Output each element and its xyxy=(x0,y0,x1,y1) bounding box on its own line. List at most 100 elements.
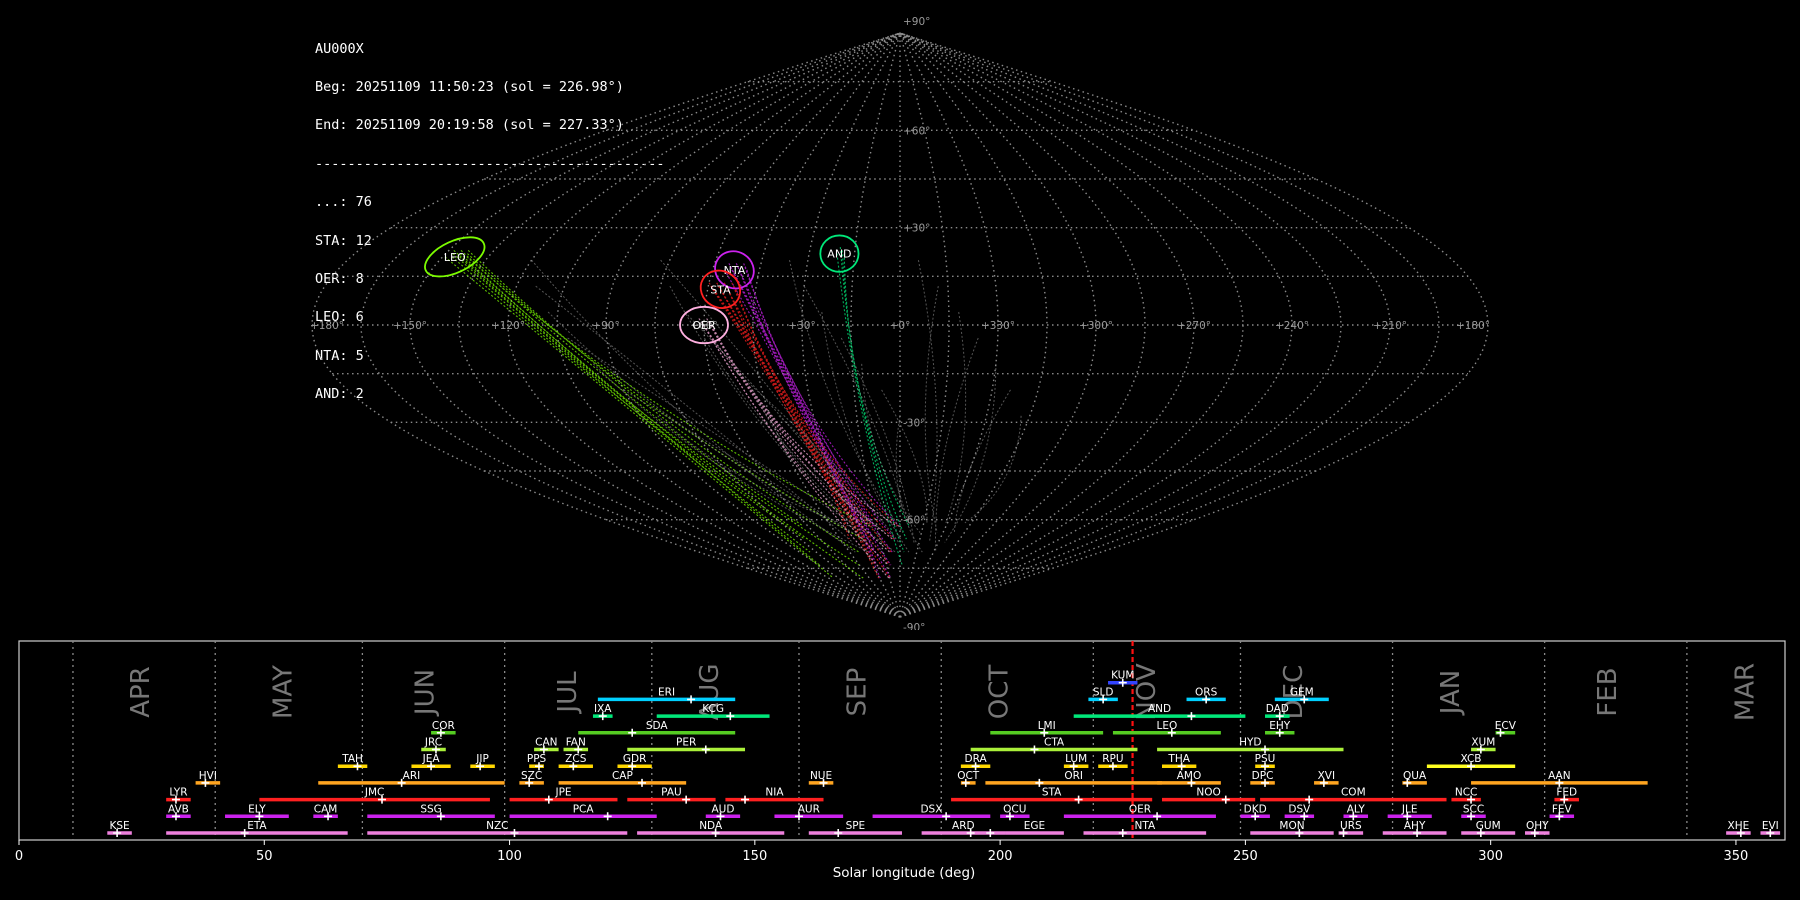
shower-label-tha: THA xyxy=(1167,753,1190,765)
shower-peak-eri xyxy=(687,695,696,704)
meteor-trail xyxy=(467,253,864,540)
month-label: JUN xyxy=(411,669,441,717)
shower-label-cta: CTA xyxy=(1044,737,1065,749)
shower-peak-nta xyxy=(1118,829,1127,837)
shower-label-jea: JEA xyxy=(422,753,441,765)
latitude-tick-label: -90° xyxy=(903,622,925,630)
shower-label-zcs: ZCS xyxy=(565,753,587,765)
shower-label-cor: COR xyxy=(432,720,455,732)
shower-label-psu: PSU xyxy=(1255,753,1276,765)
shower-label-rpu: RPU xyxy=(1102,753,1123,765)
shower-label-amo: AMO xyxy=(1177,770,1202,782)
shower-label-lyr: LYR xyxy=(169,787,187,799)
latitude-tick-label: +90° xyxy=(903,16,930,28)
shower-label-fed: FED xyxy=(1556,787,1577,799)
shower-label-dpc: DPC xyxy=(1252,770,1274,782)
shower-label-ncc: NCC xyxy=(1455,787,1478,799)
shower-peak-spe xyxy=(834,829,843,837)
month-label: APR xyxy=(126,666,156,718)
sporadic-trail xyxy=(917,260,938,543)
shower-label-avb: AVB xyxy=(168,803,189,815)
shower-label-eri: ERI xyxy=(658,686,675,698)
shower-label-jmc: JMC xyxy=(364,787,385,799)
shower-label-spe: SPE xyxy=(846,820,866,832)
sporadic-trail xyxy=(944,363,997,543)
sporadic-trail xyxy=(881,389,928,523)
longitude-tick-label: +240° xyxy=(1275,320,1309,332)
shower-label-leo: LEO xyxy=(1157,720,1178,732)
shower-label-jpe: JPE xyxy=(554,787,571,799)
meridian-line xyxy=(360,32,901,618)
shower-peak-cap xyxy=(638,778,647,787)
month-label: OCT xyxy=(985,665,1015,720)
shower-label-gdr: GDR xyxy=(623,753,647,765)
shower-peak-sta xyxy=(1074,795,1083,804)
shower-label-ari: ARI xyxy=(403,770,421,782)
shower-label-evi: EVI xyxy=(1762,820,1779,832)
shower-label-xcb: XCB xyxy=(1461,753,1482,765)
shower-label-hvi: HVI xyxy=(199,770,217,782)
shower-label-aly: ALY xyxy=(1347,803,1366,815)
x-tick-label: 100 xyxy=(497,849,522,864)
month-labels: APR MAY JUN JUL AUG SEP OCT NOV DEC JAN FEB MAR xyxy=(126,663,1760,721)
latitude-tick-label: +30° xyxy=(903,223,930,235)
meteor-trail xyxy=(459,253,864,579)
shower-label-ixa: IXA xyxy=(594,703,612,715)
x-tick-label: 200 xyxy=(988,849,1013,864)
sporadic-trail xyxy=(789,259,904,533)
radiant-label-sta: STA xyxy=(710,283,731,296)
shower-label-xum: XUM xyxy=(1471,737,1495,749)
shower-label-xhe: XHE xyxy=(1728,820,1750,832)
longitude-tick-label: +30° xyxy=(788,320,815,332)
shower-label-ori: ORI xyxy=(1064,770,1083,782)
meteor-trail xyxy=(698,318,870,527)
shower-peak-jpe xyxy=(544,795,553,804)
shower-label-kum: KUM xyxy=(1111,670,1134,682)
shower-label-tah: TAH xyxy=(341,753,363,765)
shower-label-sld: SLD xyxy=(1093,686,1114,698)
radiant-label-and: AND xyxy=(827,248,851,261)
shower-peak-nia xyxy=(741,795,750,804)
shower-label-gum: GUM xyxy=(1476,820,1501,832)
shower-label-dad: DAD xyxy=(1266,703,1289,715)
shower-peak-noo xyxy=(1221,795,1230,804)
month-label: MAR xyxy=(1730,663,1760,721)
shower-label-scc: SCC xyxy=(1463,803,1484,815)
latitude-tick-label: +60° xyxy=(903,125,930,137)
latitude-tick-label: -30° xyxy=(903,417,925,429)
shower-label-hyd: HYD xyxy=(1239,737,1261,749)
shower-label-sda: SDA xyxy=(646,720,669,732)
shower-label-oer: OER xyxy=(1129,803,1151,815)
shower-label-qua: QUA xyxy=(1403,770,1427,782)
radiant-sky-map: +180° +150° +120° +90° +60° +30° +0° +330° +300°… xyxy=(310,16,1490,630)
shower-bars: KUM ERI SLD ORS GEM IXA KCG AND DAD COR SDA LMI LEO E… xyxy=(107,670,1781,837)
shower-peak-sda xyxy=(628,728,637,737)
meteor-trail xyxy=(841,250,907,540)
month-label: FEB xyxy=(1593,667,1623,716)
month-label: JAN xyxy=(1436,670,1466,716)
shower-label-oct: OCT xyxy=(957,770,980,782)
x-tick-label: 0 xyxy=(15,849,23,864)
month-label: JUL xyxy=(553,671,583,715)
radiant-label-leo: LEO xyxy=(444,251,466,264)
radiant-label-oer: OER xyxy=(692,319,716,332)
shower-label-sta: STA xyxy=(1042,787,1062,799)
shower-peak-pau xyxy=(682,795,691,804)
shower-label-kse: KSE xyxy=(109,820,129,832)
shower-label-dra: DRA xyxy=(965,753,988,765)
shower-label-aan: AAN xyxy=(1548,770,1571,782)
shower-peak-dsx xyxy=(942,812,951,821)
radiant-label-nta: NTA xyxy=(724,264,746,277)
shower-label-jrc: JRC xyxy=(424,737,442,749)
shower-label-com: COM xyxy=(1341,787,1366,799)
longitude-tick-label: +300° xyxy=(1079,320,1113,332)
meteor-trail xyxy=(746,269,900,527)
shower-label-kcg: KCG xyxy=(702,703,724,715)
shower-peak-ege xyxy=(986,829,995,837)
shower-label-pca: PCA xyxy=(573,803,595,815)
shower-label-ors: ORS xyxy=(1195,686,1218,698)
longitude-tick-label: +90° xyxy=(592,320,619,332)
shower-label-can: CAN xyxy=(535,737,557,749)
shower-label-mon: MON xyxy=(1279,820,1304,832)
shower-peak-and xyxy=(1187,712,1196,721)
